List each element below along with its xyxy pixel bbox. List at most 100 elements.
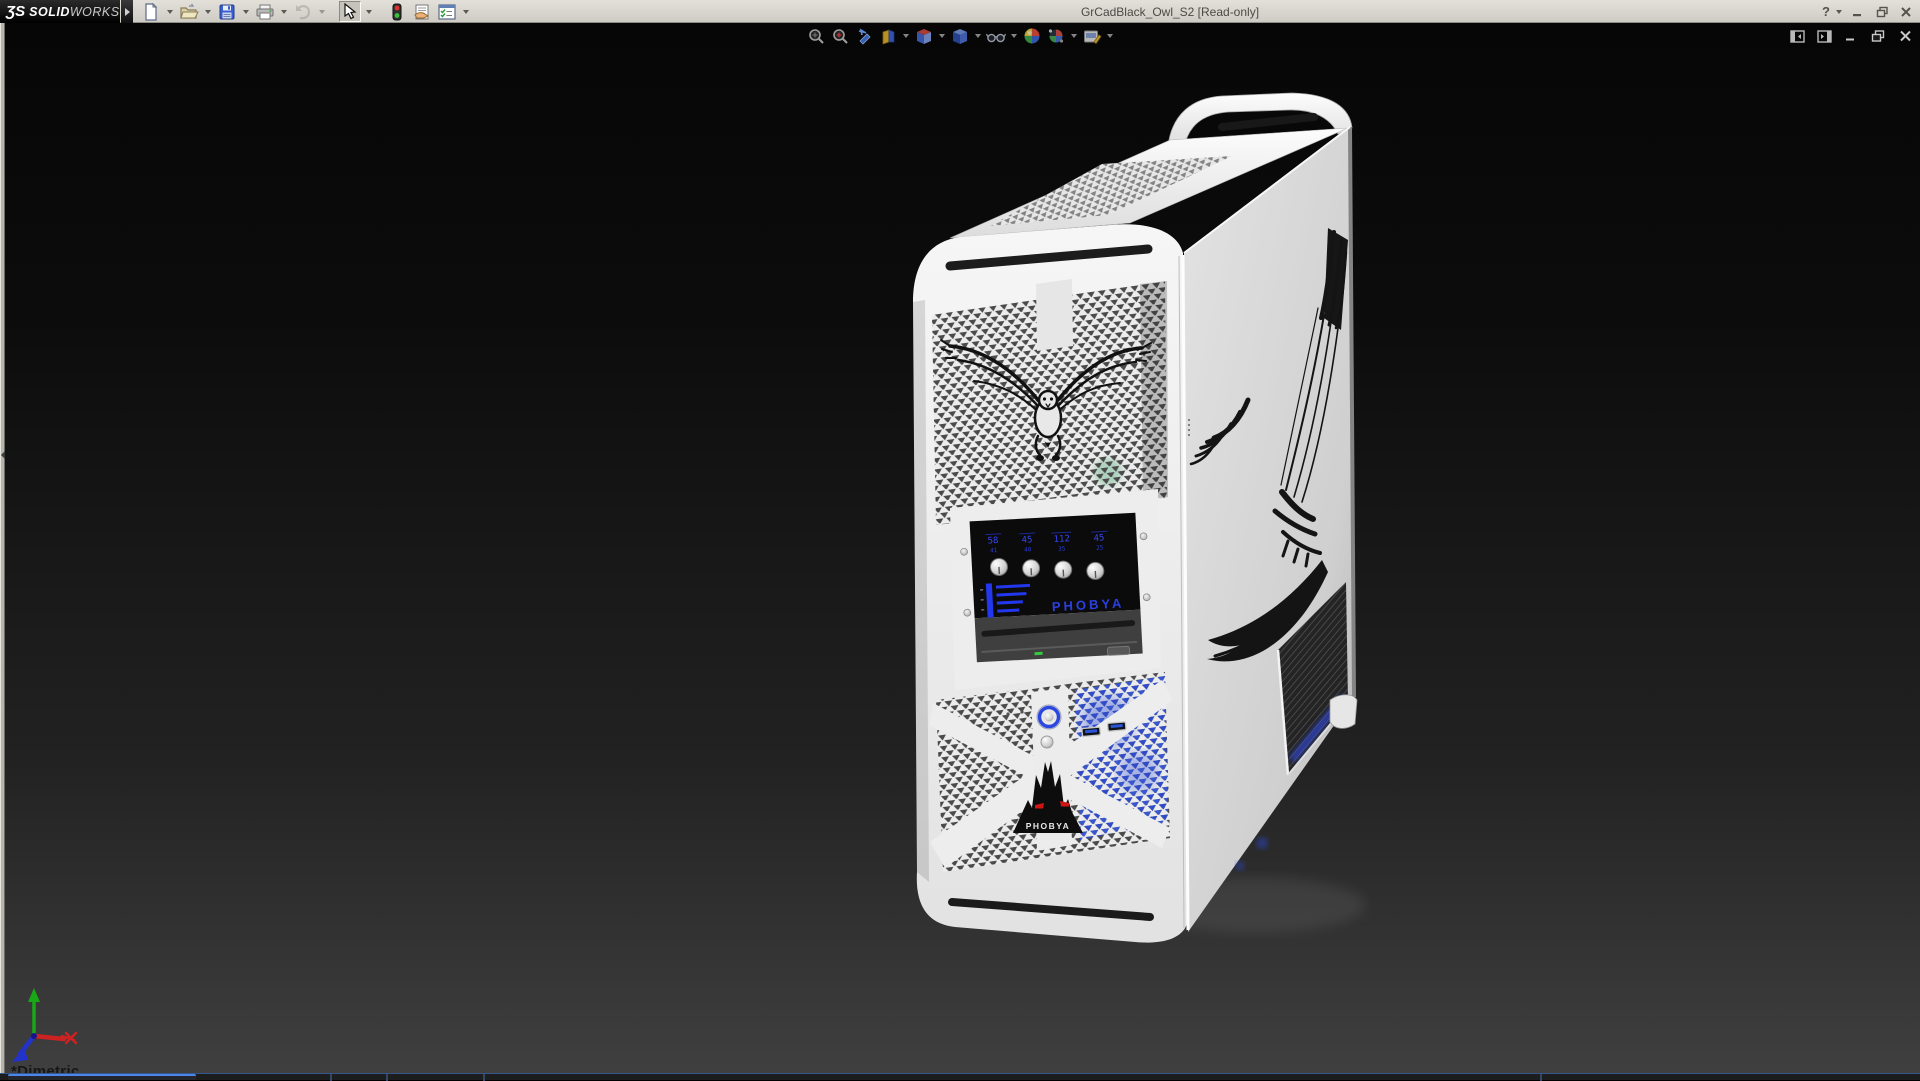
pc-case: 58 41 45 40 112 35 45 25	[913, 93, 1357, 943]
save-icon	[218, 3, 236, 21]
apply-scene-button[interactable]	[1046, 27, 1066, 45]
svg-text:41: 41	[990, 547, 998, 554]
save-dropdown-caret[interactable]	[243, 10, 249, 14]
case-side-panel	[1184, 127, 1354, 932]
svg-text:40: 40	[1024, 546, 1032, 553]
options-button[interactable]	[436, 1, 458, 22]
open-button[interactable]	[178, 1, 200, 22]
options-icon	[437, 3, 457, 21]
y-axis-arrow	[28, 988, 40, 1002]
svg-text:112: 112	[1053, 534, 1070, 545]
collapse-left-pane-button[interactable]	[1788, 28, 1806, 44]
print-icon	[255, 3, 275, 21]
view-orientation-caret[interactable]	[939, 34, 945, 38]
new-dropdown-caret[interactable]	[167, 10, 173, 14]
zoom-to-fit-button[interactable]	[806, 27, 826, 45]
options-dropdown-caret[interactable]	[463, 10, 469, 14]
titlebar: ƷS SOLIDWORKS	[0, 0, 1920, 23]
restore-button[interactable]	[1872, 3, 1892, 21]
reset-button	[1041, 736, 1053, 748]
apply-scene-caret[interactable]	[1071, 34, 1077, 38]
solidworks-logo: ƷS SOLIDWORKS	[0, 0, 120, 23]
restore-icon	[1871, 30, 1885, 42]
undo-dropdown-caret[interactable]	[319, 10, 325, 14]
scene-sphere-icon	[1047, 27, 1065, 45]
display-style-icon	[951, 28, 969, 45]
print-button[interactable]	[254, 1, 276, 22]
help-button[interactable]: ?	[1822, 4, 1830, 19]
brand-text-solid: SOLID	[29, 5, 70, 19]
section-view-button[interactable]	[878, 27, 898, 45]
section-view-caret[interactable]	[903, 34, 909, 38]
case-front-panel: 58 41 45 40 112 35 45 25	[913, 224, 1188, 942]
side-glow-dot	[1235, 861, 1245, 871]
edit-appearance-button[interactable]	[1022, 27, 1042, 45]
save-button[interactable]	[216, 1, 238, 22]
select-dropdown-caret[interactable]	[366, 10, 372, 14]
rebuild-traffic-light-icon	[391, 3, 403, 21]
file-properties-button[interactable]	[411, 1, 433, 22]
svg-text:35: 35	[1058, 545, 1066, 552]
file-properties-icon	[412, 3, 432, 21]
eject-button	[1107, 646, 1129, 655]
x-axis-arrow	[62, 1033, 76, 1043]
splitter-arrow-icon	[1, 451, 5, 459]
previous-view-button[interactable]	[854, 27, 874, 45]
drive-led	[1034, 652, 1042, 655]
minimize-document-button[interactable]	[1842, 28, 1860, 44]
close-button[interactable]	[1896, 3, 1916, 21]
view-orientation-icon	[915, 28, 933, 45]
pane-left-icon	[1790, 30, 1805, 43]
svg-text:45: 45	[1093, 533, 1104, 544]
logo-brand-text: PHOBYA	[1026, 821, 1071, 831]
undo-button[interactable]	[292, 1, 314, 22]
fan-controller: 58 41 45 40 112 35 45 25	[959, 512, 1153, 663]
glasses-icon	[986, 28, 1006, 45]
select-cursor-icon	[343, 3, 357, 20]
appearance-sphere-icon	[1023, 27, 1041, 45]
svg-text:58: 58	[987, 536, 998, 547]
graphics-viewport[interactable]: 58 41 45 40 112 35 45 25	[0, 23, 1920, 1080]
open-dropdown-caret[interactable]	[205, 10, 211, 14]
new-button[interactable]	[140, 1, 162, 22]
hide-show-items-button[interactable]	[986, 27, 1006, 45]
help-dropdown-caret[interactable]	[1836, 10, 1842, 14]
minimize-icon	[1845, 30, 1858, 42]
undo-icon	[293, 3, 313, 21]
zoom-to-area-button[interactable]	[830, 27, 850, 45]
new-document-icon	[142, 3, 160, 21]
display-style-caret[interactable]	[975, 34, 981, 38]
display-style-button[interactable]	[950, 27, 970, 45]
menu-expand-button[interactable]	[121, 0, 133, 23]
collapse-right-pane-button[interactable]	[1815, 28, 1833, 44]
windows-taskbar-edge[interactable]	[0, 1073, 1920, 1080]
previous-view-icon	[856, 28, 873, 45]
select-button[interactable]	[339, 1, 361, 22]
view-orientation-button[interactable]	[914, 27, 934, 45]
print-dropdown-caret[interactable]	[281, 10, 287, 14]
model-3d[interactable]: 58 41 45 40 112 35 45 25	[0, 23, 1920, 1080]
side-glow-dot	[1256, 837, 1268, 849]
case-rear-foot	[1330, 695, 1357, 729]
featuremanager-splitter[interactable]	[0, 23, 5, 1074]
hide-show-items-caret[interactable]	[1011, 34, 1017, 38]
open-folder-icon	[179, 3, 199, 21]
right-arrow-icon	[125, 8, 130, 16]
zoom-fit-icon	[808, 28, 825, 45]
minimize-button[interactable]	[1848, 3, 1868, 21]
coordinate-triad	[12, 988, 76, 1062]
brand-text-works: WORKS	[70, 5, 120, 19]
close-icon	[1899, 30, 1912, 42]
close-document-button[interactable]	[1896, 28, 1914, 44]
document-window-controls	[1788, 28, 1914, 44]
view-settings-button[interactable]	[1082, 27, 1102, 45]
close-icon	[1900, 6, 1912, 18]
restore-document-button[interactable]	[1869, 28, 1887, 44]
taskbar-active-button-edge[interactable]	[8, 1074, 196, 1080]
dassault-logo-icon: ƷS	[6, 3, 25, 20]
svg-text:45: 45	[1021, 535, 1032, 546]
rebuild-button[interactable]	[386, 1, 408, 22]
view-settings-icon	[1083, 28, 1102, 45]
headsup-view-toolbar	[0, 27, 1920, 45]
view-settings-caret[interactable]	[1107, 34, 1113, 38]
